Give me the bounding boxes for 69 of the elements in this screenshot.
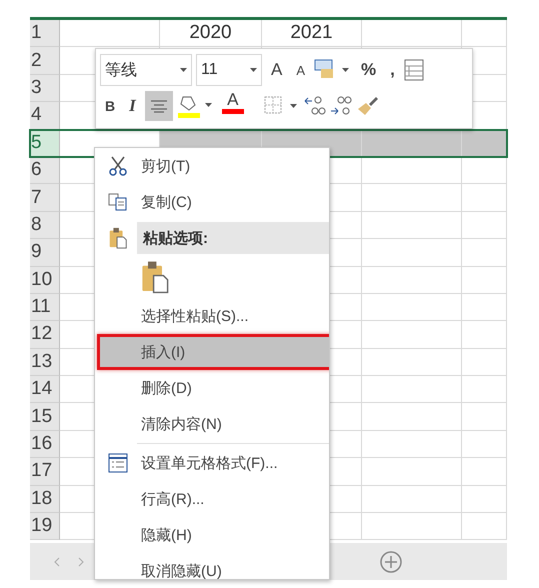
font-name-dropdown[interactable]: 等线 bbox=[100, 54, 192, 86]
menu-item[interactable]: 隐藏(H) bbox=[95, 517, 329, 553]
row-header[interactable]: 14 bbox=[30, 376, 60, 404]
font-size-dropdown[interactable]: 11 bbox=[196, 54, 262, 86]
table-cell bbox=[462, 294, 507, 322]
row-header[interactable]: 3 bbox=[30, 74, 60, 102]
table-cell bbox=[462, 348, 507, 376]
table-cell bbox=[462, 266, 507, 294]
row-header[interactable]: 13 bbox=[30, 348, 60, 376]
table-icon[interactable] bbox=[404, 59, 424, 81]
italic-button[interactable]: I bbox=[124, 91, 141, 121]
row-header[interactable]: 9 bbox=[30, 239, 60, 267]
row-header[interactable]: 17 bbox=[30, 458, 60, 486]
menu-item[interactable]: 删除(D) bbox=[95, 370, 329, 406]
row-header[interactable]: 6 bbox=[30, 156, 60, 184]
row-header[interactable]: 12 bbox=[30, 321, 60, 349]
row-header[interactable]: 4 bbox=[30, 102, 60, 130]
menu-item[interactable]: 清除内容(N) bbox=[95, 406, 329, 442]
table-cell: 2021 bbox=[262, 20, 362, 48]
menu-item[interactable]: 选择性粘贴(S)... bbox=[95, 298, 329, 334]
table-cell bbox=[462, 239, 507, 267]
decrease-font-size-button[interactable]: A bbox=[291, 55, 310, 85]
table-cell: 2020 bbox=[160, 20, 262, 48]
comma-button[interactable]: , bbox=[385, 55, 400, 85]
paste-option-icon[interactable] bbox=[141, 260, 169, 294]
table-cell bbox=[462, 184, 507, 212]
dropdown-arrow-icon bbox=[250, 68, 257, 72]
table-cell bbox=[462, 430, 507, 458]
bold-button[interactable]: B bbox=[100, 91, 120, 121]
row-header[interactable]: 1 bbox=[30, 20, 60, 48]
menu-item[interactable]: 行高(R)... bbox=[95, 481, 329, 517]
table-cell bbox=[462, 458, 507, 486]
menu-item[interactable]: 插入(I) bbox=[97, 334, 329, 370]
row-header[interactable]: 11 bbox=[30, 294, 60, 322]
row-header[interactable]: 10 bbox=[30, 266, 60, 294]
table-cell bbox=[462, 321, 507, 349]
row-header[interactable]: 2 bbox=[30, 47, 60, 75]
copy-icon bbox=[108, 193, 128, 211]
table-cell bbox=[462, 212, 507, 240]
table-cell bbox=[462, 130, 507, 157]
percent-button[interactable]: % bbox=[356, 55, 382, 85]
increase-font-size-button[interactable]: A bbox=[266, 55, 288, 85]
table-cell bbox=[462, 513, 507, 540]
format-painter-icon[interactable] bbox=[356, 95, 380, 117]
row-header[interactable]: 19 bbox=[30, 513, 60, 540]
table-cell bbox=[462, 403, 507, 431]
menu-item[interactable]: 复制(C) bbox=[95, 184, 329, 220]
row-header[interactable]: 5 bbox=[30, 130, 60, 157]
table-cell bbox=[462, 376, 507, 404]
row-header[interactable]: 8 bbox=[30, 212, 60, 240]
row-header[interactable]: 15 bbox=[30, 403, 60, 431]
dropdown-arrow-icon bbox=[180, 68, 187, 72]
center-align-button[interactable] bbox=[144, 91, 173, 121]
scissors-icon bbox=[108, 156, 128, 176]
table-cell bbox=[462, 156, 507, 184]
menu-item[interactable]: 设置单元格格式(F)... bbox=[95, 445, 329, 481]
decrease-decimal-icon[interactable] bbox=[330, 95, 352, 117]
format-cells-icon bbox=[108, 453, 128, 473]
row-header[interactable]: 7 bbox=[30, 184, 60, 212]
font-color-button[interactable]: A bbox=[216, 91, 260, 121]
increase-decimal-icon[interactable] bbox=[304, 95, 326, 117]
row-header[interactable]: 18 bbox=[30, 486, 60, 514]
row-header[interactable]: 16 bbox=[30, 430, 60, 458]
menu-section-header: 粘贴选项: bbox=[137, 222, 329, 254]
menu-item[interactable]: 剪切(T) bbox=[95, 148, 329, 184]
center-align-icon bbox=[150, 99, 168, 113]
clipboard-icon bbox=[108, 227, 128, 249]
add-sheet-icon[interactable] bbox=[380, 551, 402, 573]
table-cell bbox=[462, 486, 507, 514]
